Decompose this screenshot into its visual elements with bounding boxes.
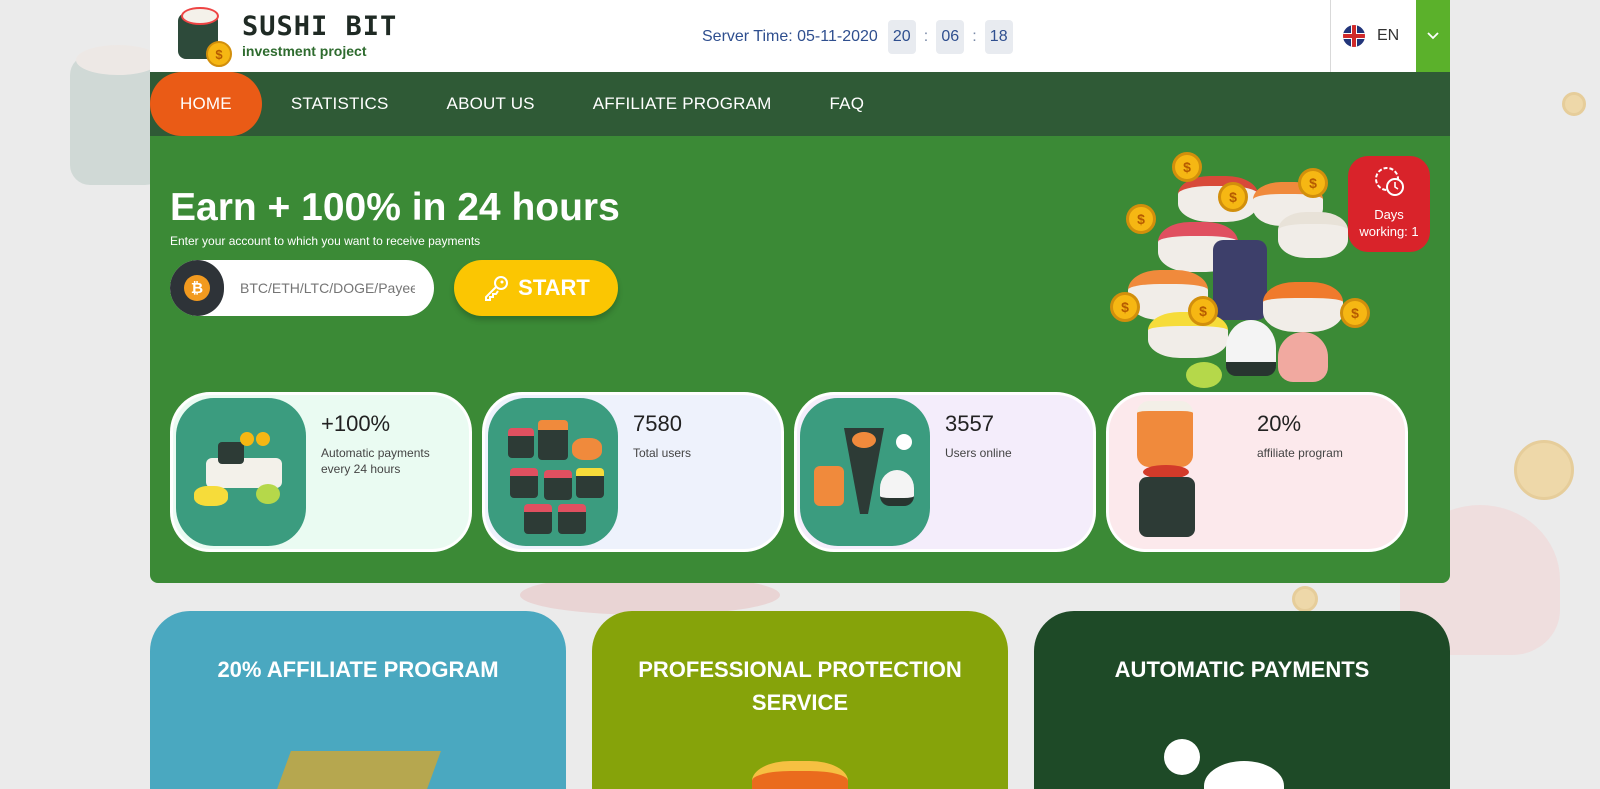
- bitcoin-icon: ₿: [184, 275, 210, 301]
- feature-title: 20% AFFILIATE PROGRAM: [217, 657, 499, 682]
- stat-card-affiliate: 20% affiliate program: [1106, 392, 1408, 552]
- logo[interactable]: $ SUSHI BIT investment project: [168, 5, 397, 67]
- server-time-seconds: 18: [984, 20, 1013, 54]
- stat-label: affiliate program: [1257, 446, 1343, 460]
- feature-card-affiliate: 20% AFFILIATE PROGRAM: [150, 611, 566, 789]
- hero-section: Earn + 100% in 24 hours Enter your accou…: [150, 136, 1450, 583]
- days-working-badge: Days working: 1: [1348, 156, 1430, 252]
- logo-mascot-icon: $: [168, 5, 232, 67]
- hero-title: Earn + 100% in 24 hours: [170, 186, 620, 229]
- stat-value: 3557: [945, 411, 994, 436]
- feature-card-payments: AUTOMATIC PAYMENTS: [1034, 611, 1450, 789]
- server-time-label: Server Time: 05-11-2020: [702, 28, 878, 45]
- feature-card-protection: PROFESSIONAL PROTECTION SERVICE: [592, 611, 1008, 789]
- main-nav: HOME STATISTICS ABOUT US AFFILIATE PROGR…: [150, 72, 1450, 136]
- stat-value: 20%: [1257, 411, 1302, 436]
- stat-label: Automatic payments every 24 hours: [321, 446, 430, 476]
- rice-sushi-illustration: [1204, 761, 1284, 789]
- feature-title: PROFESSIONAL PROTECTION SERVICE: [638, 657, 962, 715]
- brand-subtitle: investment project: [242, 43, 367, 59]
- start-button-label: START: [518, 275, 590, 300]
- time-separator: :: [972, 28, 977, 45]
- coin-icon: $: [1188, 296, 1218, 326]
- wallet-input[interactable]: [240, 280, 415, 296]
- sushi-boat-illustration: [176, 398, 306, 546]
- page-container: $ SUSHI BIT investment project Server Ti…: [150, 0, 1450, 583]
- server-time-hours: 20: [887, 20, 916, 54]
- language-code: EN: [1377, 27, 1400, 44]
- coin-icon: $: [1110, 292, 1140, 322]
- uk-flag-icon: [1343, 25, 1365, 47]
- start-button[interactable]: START: [454, 260, 618, 316]
- nav-statistics[interactable]: STATISTICS: [262, 72, 418, 136]
- feature-title: AUTOMATIC PAYMENTS: [1114, 657, 1370, 682]
- stat-value: +100%: [321, 411, 391, 436]
- chevron-down-icon: [1427, 32, 1439, 40]
- background-coin-icon: [1292, 586, 1318, 612]
- server-time-minutes: 06: [936, 20, 965, 54]
- nav-affiliate-program[interactable]: AFFILIATE PROGRAM: [564, 72, 801, 136]
- background-coin-icon: [1562, 92, 1586, 116]
- speech-bubble-icon: [1164, 739, 1200, 775]
- stat-label: Total users: [633, 446, 692, 460]
- clock-icon: [1375, 167, 1404, 196]
- stat-card-users-online: 3557 Users online: [794, 392, 1096, 552]
- wallet-icon-wrap: ₿: [170, 260, 224, 316]
- coin-icon: $: [1126, 204, 1156, 234]
- stat-label: Users online: [945, 446, 1012, 460]
- hero-subtitle: Enter your account to which you want to …: [170, 234, 481, 248]
- days-label: Days: [1374, 207, 1404, 222]
- background-coin-icon: [1514, 440, 1574, 500]
- brand-title: SUSHI BIT: [242, 11, 398, 42]
- features-row: 20% AFFILIATE PROGRAM PROFESSIONAL PROTE…: [150, 611, 1450, 789]
- time-separator: :: [923, 28, 929, 45]
- stat-value: 7580: [633, 411, 682, 436]
- coin-icon: $: [1298, 168, 1328, 198]
- protected-sushi-illustration: [752, 761, 848, 789]
- sushi-stack-illustration: [1137, 401, 1193, 467]
- language-selector[interactable]: EN: [1330, 0, 1416, 72]
- stats-row: +100% Automatic payments every 24 hours …: [170, 392, 1418, 552]
- sushi-friends-illustration: [800, 398, 930, 546]
- sleeping-sushi-illustration: [269, 751, 441, 789]
- nav-home[interactable]: HOME: [150, 72, 262, 136]
- nav-about-us[interactable]: ABOUT US: [418, 72, 564, 136]
- nav-faq[interactable]: FAQ: [801, 72, 894, 136]
- stat-card-total-users: 7580 Total users: [482, 392, 784, 552]
- wallet-input-group: ₿: [170, 260, 434, 316]
- stat-card-payments: +100% Automatic payments every 24 hours: [170, 392, 472, 552]
- language-dropdown-button[interactable]: [1416, 0, 1450, 72]
- sushi-group-illustration: [488, 398, 618, 546]
- server-time: Server Time: 05-11-2020 20 : 06 : 18: [702, 20, 1013, 54]
- coin-icon: $: [1172, 152, 1202, 182]
- coin-icon: $: [1340, 298, 1370, 328]
- coin-icon: $: [1218, 182, 1248, 212]
- top-bar: $ SUSHI BIT investment project Server Ti…: [150, 0, 1450, 72]
- days-value: working: 1: [1359, 224, 1419, 239]
- key-icon: [485, 276, 509, 301]
